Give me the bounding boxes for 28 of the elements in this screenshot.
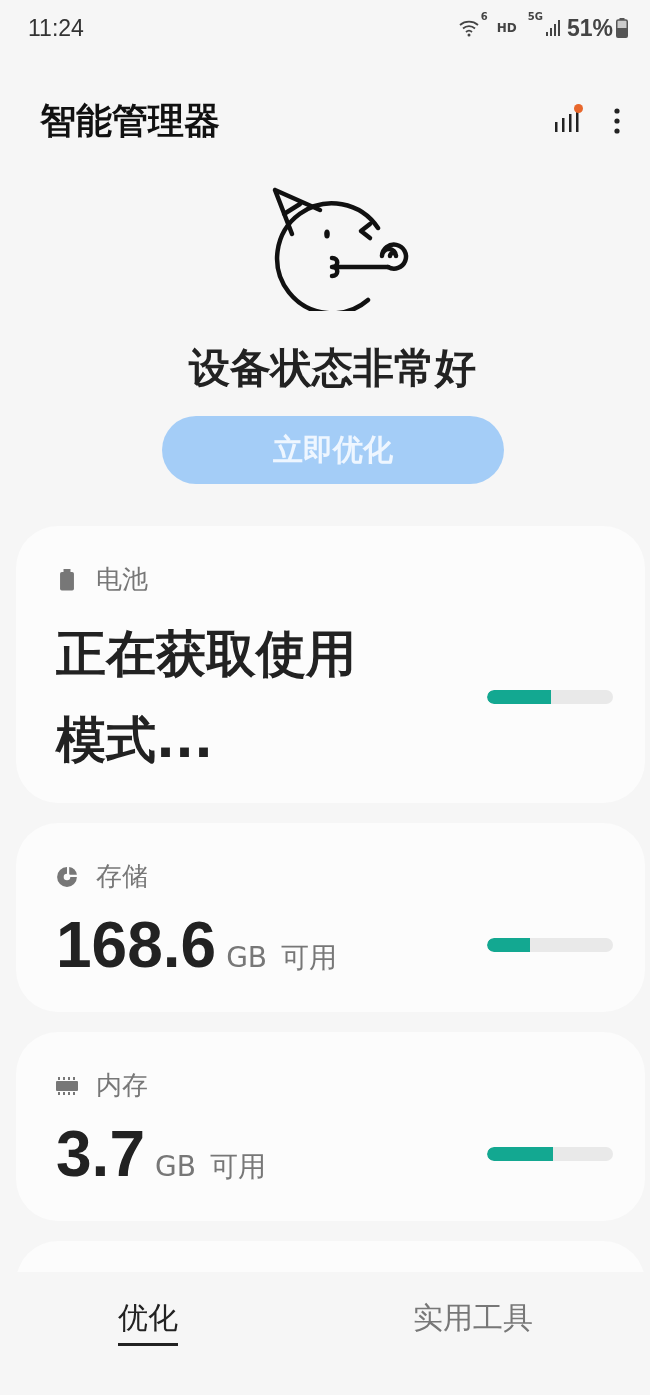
- status-card[interactable]: 内存 3.7 GB 可用: [16, 1032, 645, 1221]
- status-card[interactable]: 电池 正在获取使用模式...: [16, 526, 645, 803]
- wifi-label: 6: [480, 10, 488, 22]
- device-status-heading: 设备状态非常好: [189, 343, 476, 394]
- card-label: 电池: [96, 563, 148, 596]
- battery-percent: 51%: [566, 14, 613, 42]
- clock-time: 11:24: [28, 14, 84, 42]
- more-options-icon: [614, 108, 620, 134]
- pie-chart-icon: [56, 865, 78, 888]
- signal-icon: [545, 20, 560, 36]
- bottom-tab[interactable]: 优化: [117, 1298, 178, 1346]
- hd-label: HD: [496, 21, 517, 35]
- card-label: 内存: [96, 1069, 148, 1102]
- network-label: 5G: [527, 10, 543, 22]
- value-number: 168.6: [56, 908, 217, 982]
- bottom-tab[interactable]: 实用工具: [412, 1298, 533, 1346]
- memory-chip-icon: [56, 1074, 78, 1097]
- card-label: 存储: [96, 860, 148, 893]
- value-unit: GB: [226, 941, 268, 974]
- status-card[interactable]: 存储 168.6 GB 可用: [16, 823, 645, 1012]
- value-unit: GB: [154, 1150, 196, 1183]
- wifi-icon: [458, 19, 481, 37]
- battery-status: 正在获取使用模式...: [56, 624, 357, 771]
- app-title: 智能管理器: [40, 98, 220, 143]
- available-label: 可用: [209, 1149, 266, 1185]
- available-label: 可用: [281, 940, 338, 976]
- value-number: 3.7: [56, 1117, 145, 1191]
- battery-icon: [616, 18, 628, 38]
